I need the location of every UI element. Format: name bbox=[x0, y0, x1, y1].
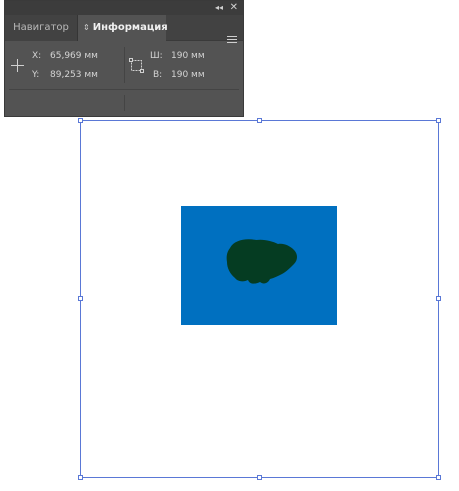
handle-middle-right[interactable] bbox=[436, 296, 441, 301]
width-label: Ш: bbox=[150, 51, 163, 61]
y-value: 89,253 мм bbox=[50, 70, 98, 80]
handle-middle-left[interactable] bbox=[78, 296, 83, 301]
handle-top-right[interactable] bbox=[436, 118, 441, 123]
tab-navigator[interactable]: Навигатор bbox=[5, 15, 78, 41]
info-panel: ◂◂ ✕ Навигатор ⇕ Информация X: 65,969 мм … bbox=[4, 0, 244, 117]
tab-navigator-label: Навигатор bbox=[13, 22, 69, 33]
tab-info[interactable]: ⇕ Информация bbox=[78, 15, 168, 41]
lower-column-divider bbox=[124, 95, 125, 111]
handle-top-center[interactable] bbox=[257, 118, 262, 123]
x-label: X: bbox=[32, 51, 42, 61]
height-value: 190 мм bbox=[171, 70, 205, 80]
crosshair-icon bbox=[11, 59, 24, 72]
collapse-panel-icon[interactable]: ◂◂ bbox=[215, 2, 223, 14]
handle-bottom-left[interactable] bbox=[78, 475, 83, 480]
width-value: 190 мм bbox=[171, 51, 205, 61]
close-icon[interactable]: ✕ bbox=[230, 1, 238, 14]
x-value: 65,969 мм bbox=[50, 51, 98, 61]
column-divider bbox=[124, 47, 125, 83]
bounding-box-icon bbox=[129, 58, 144, 73]
panel-tabbar: Навигатор ⇕ Информация bbox=[5, 15, 243, 43]
tab-info-label: Информация bbox=[92, 22, 168, 33]
handle-top-left[interactable] bbox=[78, 118, 83, 123]
section-divider bbox=[9, 89, 239, 90]
y-label: Y: bbox=[32, 70, 40, 80]
up-down-arrows-icon: ⇕ bbox=[83, 23, 90, 32]
green-blob-shape[interactable] bbox=[224, 236, 300, 286]
height-label: В: bbox=[153, 70, 163, 80]
hamburger-menu-icon[interactable] bbox=[227, 36, 237, 46]
panel-title-bar[interactable]: ◂◂ ✕ bbox=[5, 1, 243, 15]
handle-bottom-center[interactable] bbox=[257, 475, 262, 480]
handle-bottom-right[interactable] bbox=[436, 475, 441, 480]
